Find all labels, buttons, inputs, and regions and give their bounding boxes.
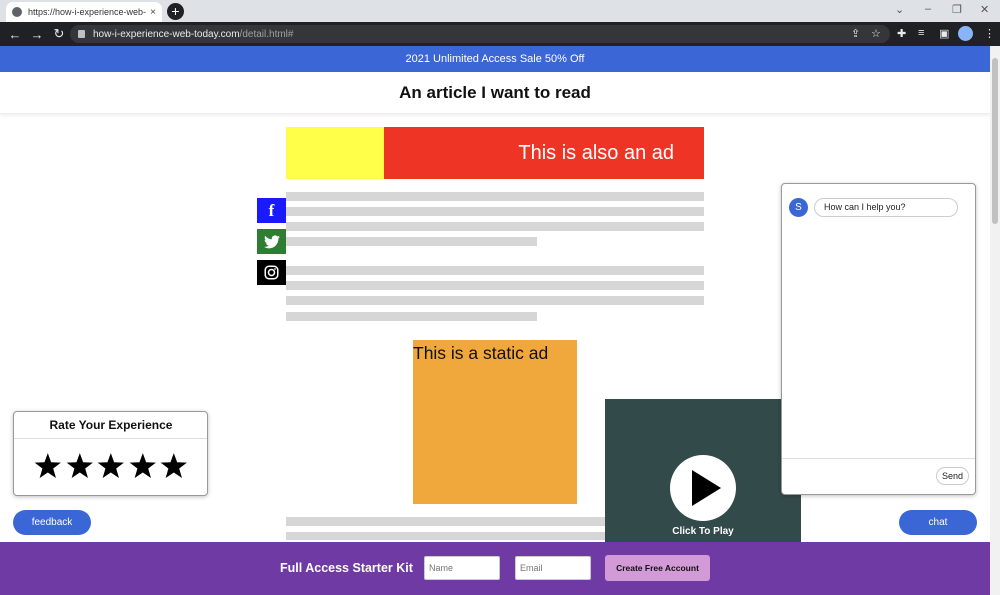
feedback-button[interactable]: feedback <box>13 510 91 535</box>
profile-avatar[interactable] <box>958 26 973 41</box>
top-ad-yellow-block[interactable] <box>286 127 384 179</box>
star-icon[interactable] <box>97 453 124 478</box>
email-field[interactable] <box>515 556 591 580</box>
url-host: how-i-experience-web-today.com <box>93 28 240 40</box>
divider <box>14 438 207 439</box>
footer-title: Full Access Starter Kit <box>280 561 413 575</box>
forward-icon[interactable]: → <box>26 27 48 42</box>
star-icon[interactable] <box>129 453 156 478</box>
text-placeholder-line <box>286 296 704 305</box>
reload-icon[interactable]: ↻ <box>48 26 70 42</box>
star-icon[interactable] <box>160 453 187 478</box>
star-icon[interactable] <box>34 453 61 478</box>
top-ad[interactable]: This is also an ad <box>384 127 704 179</box>
back-icon[interactable]: ← <box>4 27 26 42</box>
window-close-icon[interactable]: ✕ <box>980 3 989 16</box>
restore-icon[interactable]: ❐ <box>952 3 962 16</box>
static-ad[interactable]: This is a static ad <box>413 340 577 504</box>
instagram-icon[interactable] <box>257 260 286 285</box>
text-placeholder-line <box>286 517 606 526</box>
browser-tab[interactable]: https://how-i-experience-web-to × <box>6 2 162 22</box>
page-title: An article I want to read <box>0 72 990 114</box>
text-placeholder-line <box>286 532 606 540</box>
scrollbar-thumb[interactable] <box>992 58 998 224</box>
play-icon[interactable] <box>670 455 736 521</box>
address-bar[interactable]: how-i-experience-web-today.com/detail.ht… <box>70 25 890 43</box>
close-icon[interactable]: × <box>150 7 156 18</box>
facebook-icon[interactable]: f <box>257 198 286 223</box>
share-icon[interactable]: ⇪ <box>851 27 860 40</box>
star-icon[interactable]: ☆ <box>871 27 881 40</box>
new-tab-button[interactable]: + <box>167 3 184 20</box>
text-placeholder-line <box>286 237 537 246</box>
rating-title: Rate Your Experience <box>49 418 173 432</box>
text-placeholder-line <box>286 222 704 231</box>
chat-message: How can I help you? <box>814 198 958 217</box>
extensions-icon[interactable]: ✚ <box>897 27 906 40</box>
chevron-down-icon[interactable]: ⌄ <box>895 3 904 16</box>
name-field[interactable] <box>424 556 500 580</box>
avatar: S <box>789 198 808 217</box>
url-path: /detail.html# <box>239 28 294 40</box>
globe-icon <box>12 7 22 17</box>
text-placeholder-line <box>286 281 704 290</box>
tab-title: https://how-i-experience-web-to <box>28 7 147 17</box>
sale-banner[interactable]: 2021 Unlimited Access Sale 50% Off <box>0 46 990 72</box>
chat-button[interactable]: chat <box>899 510 977 535</box>
send-button[interactable]: Send <box>936 467 969 485</box>
video-play-label[interactable]: Click To Play <box>605 526 801 537</box>
text-placeholder-line <box>286 312 537 321</box>
text-placeholder-line <box>286 207 704 216</box>
create-account-button[interactable]: Create Free Account <box>605 555 710 581</box>
menu-icon[interactable]: ⋮ <box>984 27 995 40</box>
star-icon[interactable] <box>66 453 93 478</box>
sidepanel-icon[interactable]: ▣ <box>939 27 949 40</box>
media-icon[interactable]: ≡ <box>918 27 924 39</box>
star-rating[interactable] <box>30 449 195 481</box>
text-placeholder-line <box>286 192 704 201</box>
minimize-icon[interactable]: – <box>925 3 931 15</box>
lock-icon <box>78 30 85 38</box>
twitter-icon[interactable] <box>257 229 286 254</box>
divider <box>782 458 975 459</box>
chat-panel <box>781 183 976 495</box>
text-placeholder-line <box>286 266 704 275</box>
